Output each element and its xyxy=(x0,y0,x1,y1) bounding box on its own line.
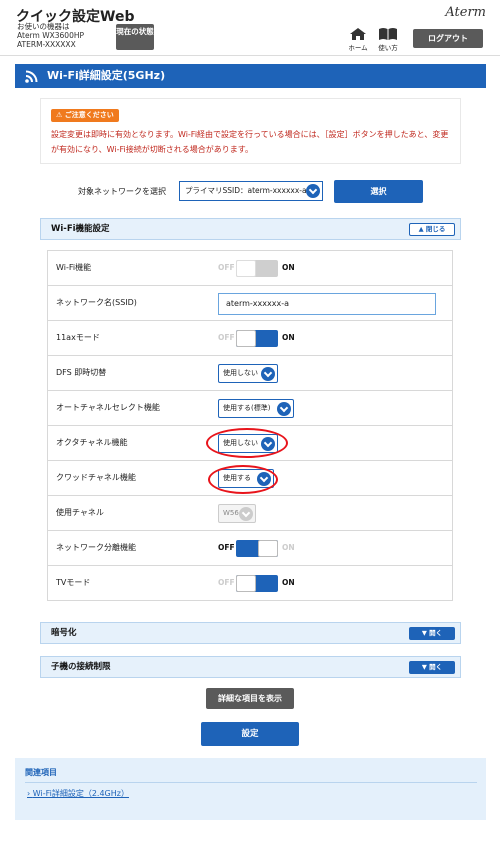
tv-mode-switch[interactable]: OFF ON xyxy=(218,575,318,592)
chevron-down-icon xyxy=(306,184,320,198)
switch-on-label: ON xyxy=(282,578,295,587)
switch-knob xyxy=(236,330,256,347)
table-row: 使用チャネル W56 xyxy=(48,496,452,531)
row-label: 使用チャネル xyxy=(56,508,104,517)
chevron-down-icon xyxy=(261,367,275,381)
table-row: TVモード OFF ON xyxy=(48,566,452,601)
auto-channel-select[interactable]: 使用する(標準) xyxy=(218,399,294,418)
notice-badge: ⚠ ご注意ください xyxy=(51,109,119,122)
switch-knob xyxy=(258,540,278,557)
row-label: クワッドチャネル機能 xyxy=(56,473,136,482)
network-select-value: プライマリSSID：aterm-xxxxxx-a xyxy=(185,186,307,195)
switch-track xyxy=(236,260,278,277)
header: クイック設定Web お使いの機器は Aterm WX3600HP ATERM-X… xyxy=(0,0,500,56)
home-button[interactable]: ホーム xyxy=(345,27,371,53)
row-label: ネットワーク分離機能 xyxy=(56,543,136,552)
brand-logo: Aterm xyxy=(445,5,486,20)
close-label: 閉じる xyxy=(425,225,446,233)
set-button[interactable]: 設定 xyxy=(201,722,299,746)
switch-off-label: OFF xyxy=(218,543,235,552)
switch-track xyxy=(236,575,278,592)
home-label: ホーム xyxy=(348,44,368,52)
client-restriction-section-header[interactable]: 子機の接続制限 ▼ 開く xyxy=(40,656,461,678)
switch-on-label: ON xyxy=(282,333,295,342)
notice-box: ⚠ ご注意ください 設定変更は即時に有効となります。Wi-Fi経由で設定を行って… xyxy=(40,98,461,164)
help-button[interactable]: 使い方 xyxy=(375,27,401,53)
network-select-label: 対象ネットワークを選択 xyxy=(78,187,166,196)
device-name: ATERM-XXXXXX xyxy=(17,40,76,49)
11ax-mode-switch[interactable]: OFF ON xyxy=(218,330,318,347)
auto-channel-select-value: 使用する(標準) xyxy=(223,404,271,412)
book-icon xyxy=(379,28,397,40)
highlight-circle xyxy=(208,465,278,494)
network-select[interactable]: プライマリSSID：aterm-xxxxxx-a xyxy=(179,181,323,201)
related-items: 関連項目 Wi-Fi詳細設定（2.4GHz） xyxy=(15,758,486,820)
notice-text: 設定変更は即時に有効となります。Wi-Fi経由で設定を行っている場合には、［設定… xyxy=(51,130,449,154)
highlight-circle xyxy=(206,428,288,458)
table-row: ネットワーク分離機能 OFF ON xyxy=(48,531,452,566)
table-row: ネットワーク名(SSID) aterm-xxxxxx-a xyxy=(48,286,452,321)
chevron-down-icon xyxy=(277,402,291,416)
wifi-function-switch[interactable]: OFF ON xyxy=(218,260,318,277)
client-restriction-open-button[interactable]: ▼ 開く xyxy=(409,661,455,674)
switch-on-label: ON xyxy=(282,543,295,552)
switch-off-label: OFF xyxy=(218,578,235,587)
table-row: 11axモード OFF ON xyxy=(48,321,452,356)
switch-off-label: OFF xyxy=(218,263,235,272)
open-label: 開く xyxy=(429,663,443,671)
row-label: Wi-Fi機能 xyxy=(56,263,92,272)
channel-select-value: W56 xyxy=(223,509,239,517)
device-model: Aterm WX3600HP xyxy=(17,31,84,40)
device-caption: お使いの機器は xyxy=(17,22,70,31)
switch-on-label: ON xyxy=(282,263,295,272)
channel-select: W56 xyxy=(218,504,256,523)
wifi-section-header: Wi-Fi機能設定 ▲ 閉じる xyxy=(40,218,461,240)
related-title: 関連項目 xyxy=(25,768,57,777)
ssid-input[interactable]: aterm-xxxxxx-a xyxy=(218,293,436,315)
home-icon xyxy=(350,28,366,40)
switch-track xyxy=(236,330,278,347)
row-label: 11axモード xyxy=(56,333,100,342)
encryption-open-button[interactable]: ▼ 開く xyxy=(409,627,455,640)
switch-knob xyxy=(236,260,256,277)
page-title-bar: Wi-Fi詳細設定(5GHz) xyxy=(15,64,486,88)
table-row: Wi-Fi機能 OFF ON xyxy=(48,251,452,286)
chevron-down-icon xyxy=(239,507,253,521)
switch-knob xyxy=(236,575,256,592)
wifi-settings-table: Wi-Fi機能 OFF ON ネットワーク名(SSID) aterm-xxxxx… xyxy=(47,250,453,601)
open-label: 開く xyxy=(429,629,443,637)
wifi-section-close-button[interactable]: ▲ 閉じる xyxy=(409,223,455,236)
page-title: Wi-Fi詳細設定(5GHz) xyxy=(47,69,166,82)
dfs-select-value: 使用しない xyxy=(223,369,258,377)
table-row: DFS 即時切替 使用しない xyxy=(48,356,452,391)
row-label: TVモード xyxy=(56,578,91,587)
show-details-button[interactable]: 詳細な項目を表示 xyxy=(206,688,294,709)
encryption-section-header[interactable]: 暗号化 ▼ 開く xyxy=(40,622,461,644)
network-isolation-switch[interactable]: OFF ON xyxy=(218,540,318,557)
wifi-icon xyxy=(25,70,38,83)
switch-track xyxy=(236,540,278,557)
switch-off-label: OFF xyxy=(218,333,235,342)
dfs-select[interactable]: 使用しない xyxy=(218,364,278,383)
row-label: DFS 即時切替 xyxy=(56,368,107,377)
chevron-up-icon: ▲ xyxy=(418,225,426,233)
logout-button[interactable]: ログアウト xyxy=(413,29,483,48)
wifi-section-title: Wi-Fi機能設定 xyxy=(51,224,110,234)
notice-badge-label: ご注意ください xyxy=(64,111,114,119)
row-label: ネットワーク名(SSID) xyxy=(56,298,137,307)
help-label: 使い方 xyxy=(378,44,398,52)
wifi-24ghz-link[interactable]: Wi-Fi詳細設定（2.4GHz） xyxy=(27,788,129,799)
select-button[interactable]: 選択 xyxy=(334,180,423,203)
client-restriction-section-title: 子機の接続制限 xyxy=(51,662,111,672)
current-status-button[interactable]: 現在の状態 xyxy=(116,24,154,50)
row-label: オクタチャネル機能 xyxy=(56,438,128,447)
row-label: オートチャネルセレクト機能 xyxy=(56,403,160,412)
table-row: オートチャネルセレクト機能 使用する(標準) xyxy=(48,391,452,426)
warning-icon: ⚠ xyxy=(56,111,65,119)
encryption-section-title: 暗号化 xyxy=(51,628,77,638)
divider xyxy=(25,782,477,783)
